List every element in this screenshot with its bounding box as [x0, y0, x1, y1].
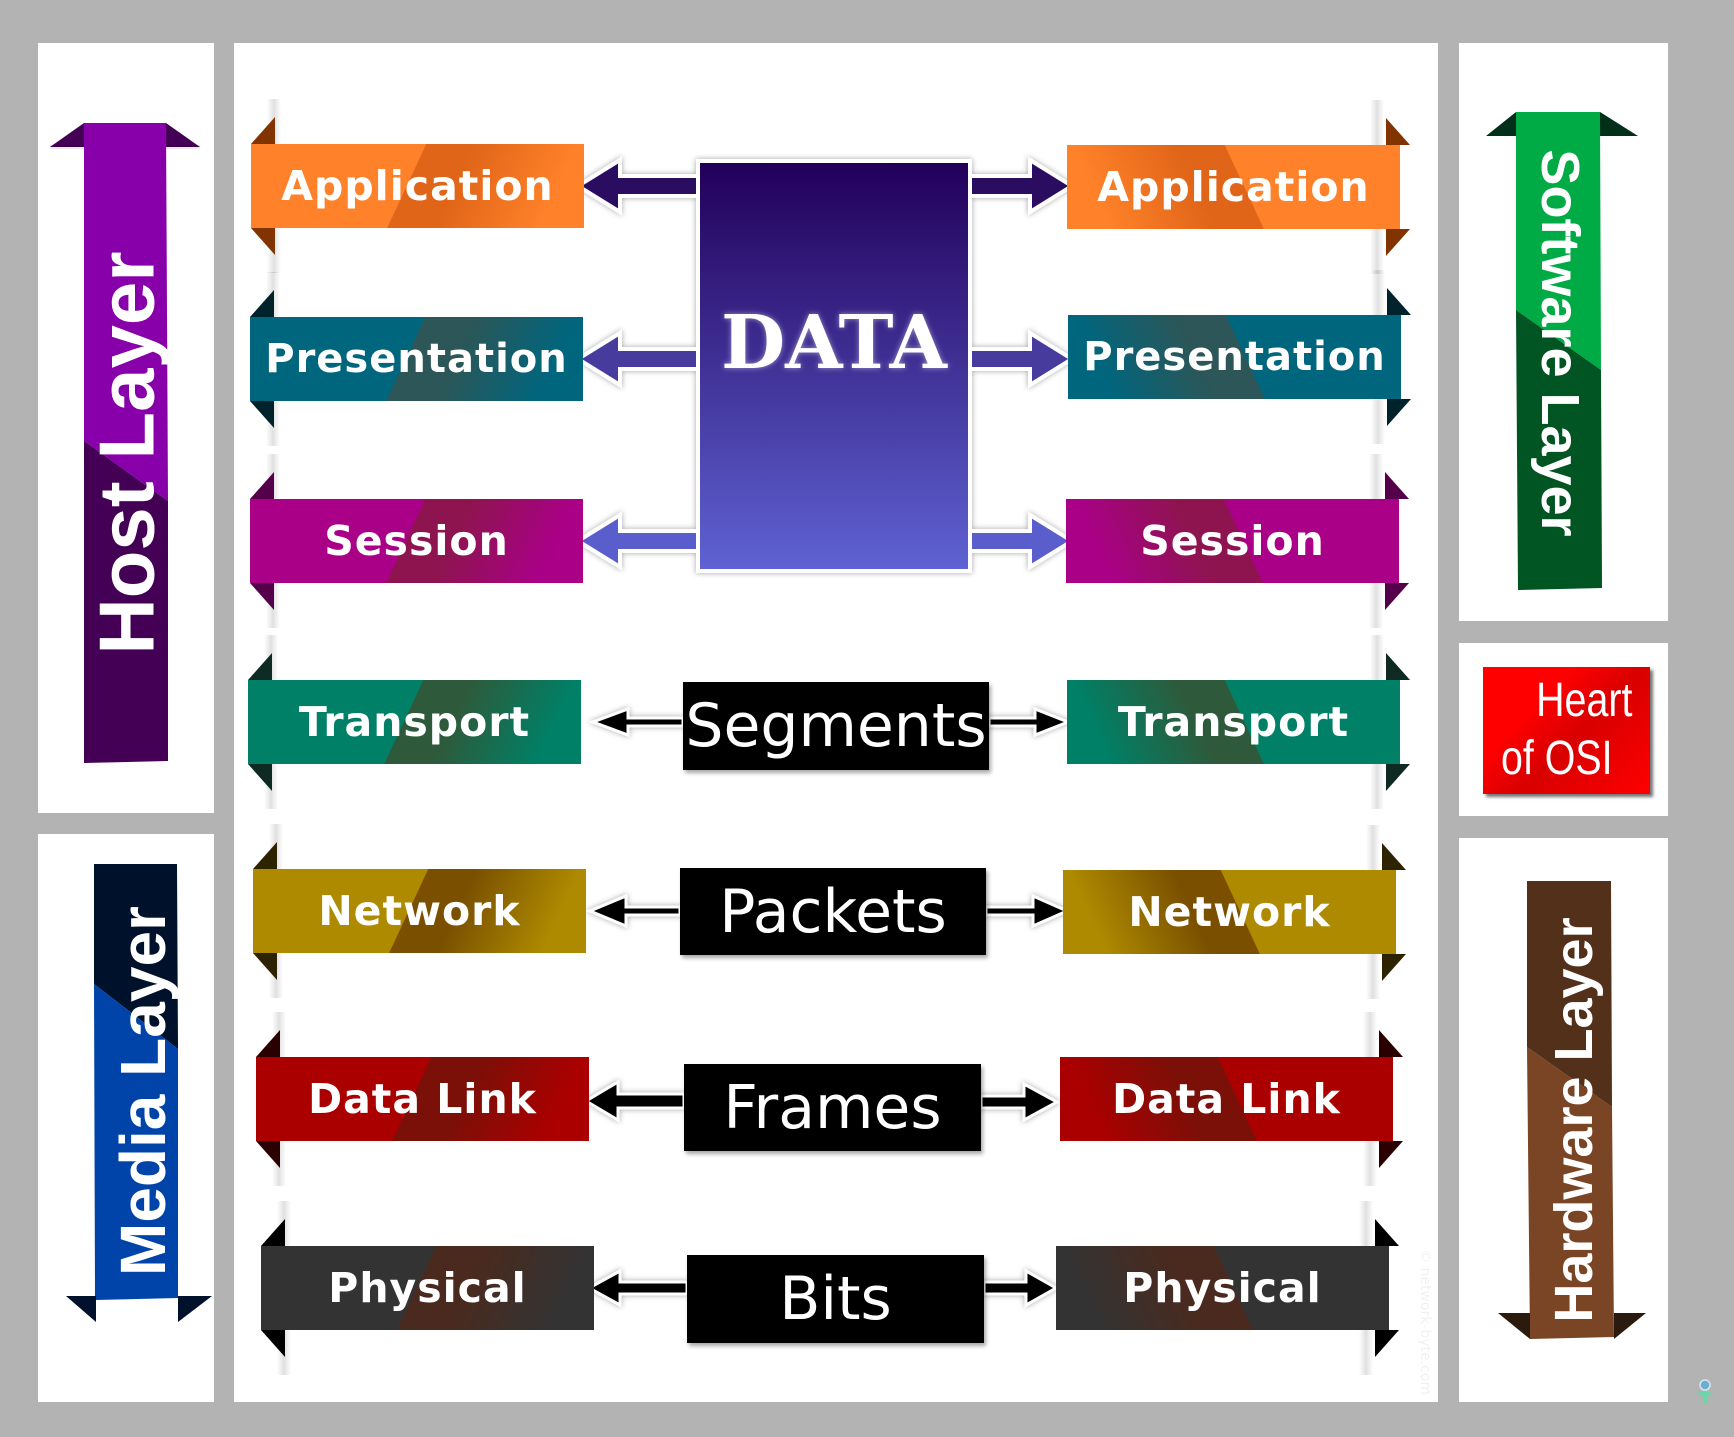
arrow-right-application [966, 156, 1076, 216]
layer-label: Network [1128, 888, 1331, 936]
arrow-transport [588, 706, 685, 738]
layer-label: Application [1097, 163, 1370, 211]
layer-label: Network [318, 887, 521, 935]
layer-label: Session [1140, 517, 1325, 565]
pdu-bits: Bits [687, 1255, 984, 1343]
arrow-physical [585, 1268, 689, 1308]
layer-ribbon-left-data-link: Data Link [256, 1012, 589, 1186]
arrow-right-session [966, 511, 1076, 571]
arrow-network-right [984, 893, 1071, 929]
layer-ribbon-right-presentation: Presentation [1068, 270, 1411, 444]
layer-label: Application [281, 162, 554, 210]
layer-ribbon-left-presentation: Presentation [250, 272, 583, 446]
layer-ribbon-right-data-link: Data Link [1060, 1012, 1403, 1186]
layer-label: Transport [1117, 698, 1350, 746]
layer-ribbon-left-network: Network [253, 824, 586, 998]
arrow-datalink-right [979, 1081, 1061, 1123]
layer-label: Data Link [1112, 1075, 1341, 1123]
arrow-left-presentation [574, 329, 702, 389]
arrow-transport-right [987, 706, 1073, 738]
layer-ribbon-right-network: Network [1063, 825, 1406, 999]
layer-label: Physical [1123, 1264, 1322, 1312]
arrow-left-session [574, 511, 702, 571]
arrow-network [586, 893, 682, 929]
arrow-right-presentation [966, 329, 1076, 389]
layer-label: Data Link [308, 1075, 537, 1123]
layer-label: Transport [298, 698, 531, 746]
layer-ribbon-left-application: Application [251, 99, 584, 273]
layer-label: Presentation [265, 336, 568, 382]
arrow-left-application [574, 156, 702, 216]
layer-ribbon-right-session: Session [1066, 454, 1409, 628]
pdu-packets: Packets [680, 868, 986, 955]
location-pin-icon [1695, 1378, 1715, 1404]
layer-ribbon-right-physical: Physical [1056, 1201, 1399, 1375]
data-label: DATA [721, 300, 947, 386]
layer-label: Presentation [1083, 334, 1386, 380]
layer-label: Physical [328, 1264, 527, 1312]
arrow-datalink [583, 1079, 686, 1123]
layer-ribbon-right-transport: Transport [1067, 635, 1410, 809]
pdu-frames: Frames [684, 1064, 981, 1151]
pdu-segments: Segments [683, 682, 989, 770]
watermark: © network-byte.com [1417, 1249, 1433, 1395]
layer-ribbon-left-physical: Physical [261, 1201, 594, 1375]
layer-label: Session [324, 517, 509, 565]
arrow-physical-right [982, 1268, 1060, 1308]
layer-ribbon-left-session: Session [250, 454, 583, 628]
layer-ribbon-left-transport: Transport [248, 635, 581, 809]
layer-ribbon-right-application: Application [1067, 100, 1410, 274]
